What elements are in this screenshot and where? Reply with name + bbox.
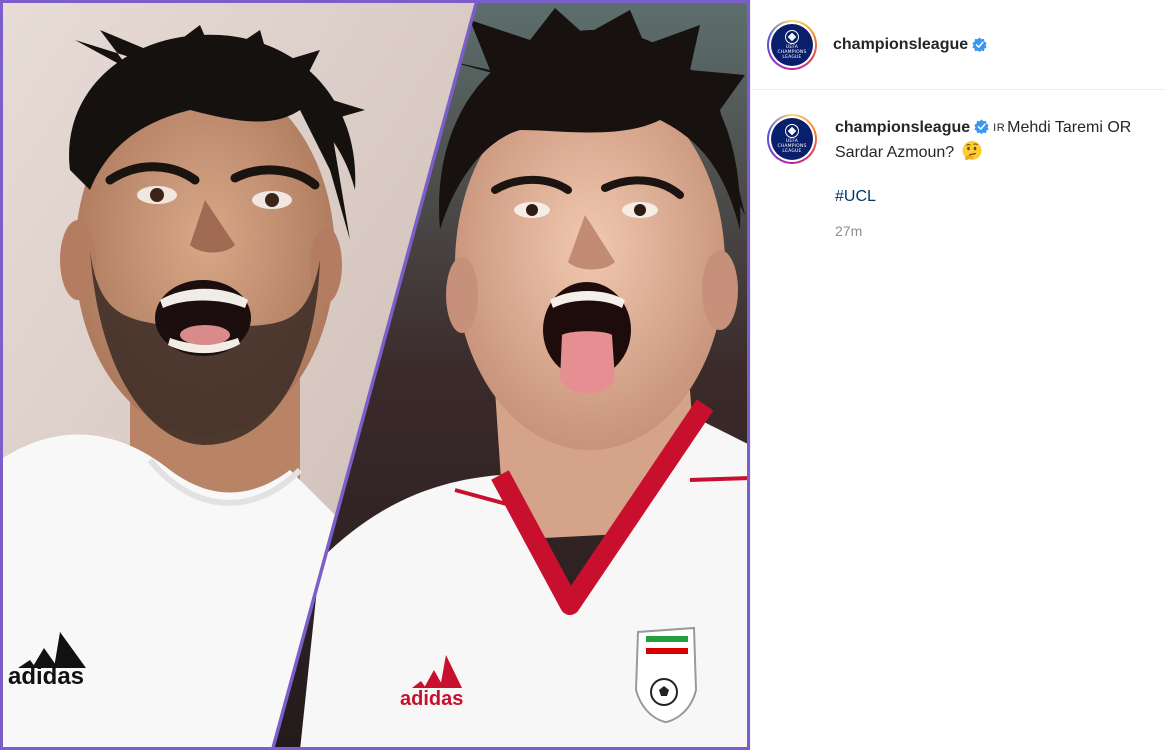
post-header: UEFA CHAMPIONS LEAGUE championsleague xyxy=(751,0,1166,90)
svg-text:adidas: adidas xyxy=(8,663,84,690)
caption-body: championsleague IR Mehdi Taremi OR Sardar… xyxy=(835,114,1135,243)
thinking-face-icon xyxy=(962,141,982,161)
hashtag-link[interactable]: #UCL xyxy=(835,185,1135,209)
post-image[interactable]: adidas adidas xyxy=(0,0,750,750)
starball-icon xyxy=(785,29,799,44)
post-side-panel: UEFA CHAMPIONS LEAGUE championsleague UE… xyxy=(750,0,1166,750)
split-photo: adidas adidas xyxy=(0,0,750,750)
federation-crest xyxy=(634,626,698,724)
flag-iran-icon: IR xyxy=(993,122,1006,134)
post-timestamp[interactable]: 27m xyxy=(835,219,1135,243)
ucl-logo-icon: UEFA CHAMPIONS LEAGUE xyxy=(771,23,813,66)
caption-avatar[interactable]: UEFA CHAMPIONS LEAGUE xyxy=(767,114,817,164)
verified-badge-icon xyxy=(974,119,989,134)
ucl-logo-icon: UEFA CHAMPIONS LEAGUE xyxy=(771,118,813,160)
svg-text:adidas: adidas xyxy=(400,688,463,710)
header-username[interactable]: championsleague xyxy=(833,36,968,54)
caption-comment: UEFA CHAMPIONS LEAGUE championsleague IR… xyxy=(751,90,1166,243)
verified-badge-icon xyxy=(972,37,987,52)
account-avatar[interactable]: UEFA CHAMPIONS LEAGUE xyxy=(767,19,817,70)
starball-icon xyxy=(785,124,799,138)
avatar-logo-text: UEFA CHAMPIONS LEAGUE xyxy=(777,139,807,154)
avatar-logo-text: UEFA CHAMPIONS LEAGUE xyxy=(777,44,807,60)
caption-username[interactable]: championsleague xyxy=(835,119,970,136)
